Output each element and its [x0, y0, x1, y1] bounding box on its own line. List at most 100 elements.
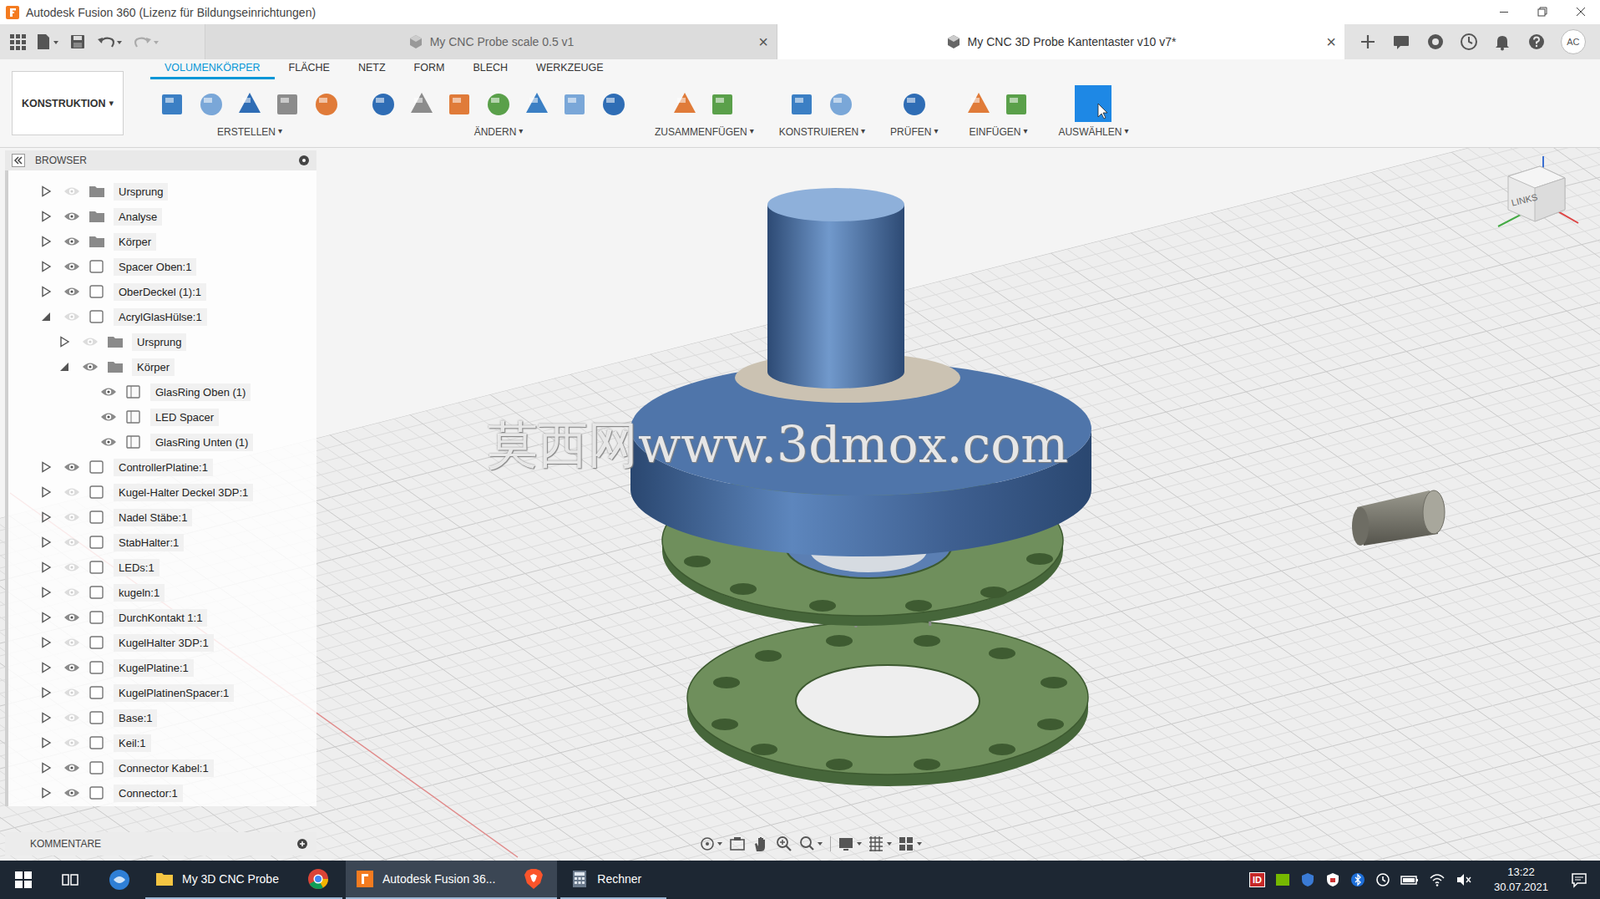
sync-icon[interactable]: [1375, 871, 1391, 887]
chrome-icon[interactable]: [307, 867, 330, 890]
orbit-icon[interactable]: [698, 834, 724, 853]
browser-item[interactable]: Keil:1: [8, 729, 317, 755]
job-status-icon[interactable]: [1426, 32, 1445, 51]
tool-group-label[interactable]: KONSTRUIEREN▾: [779, 126, 866, 138]
tool-icon[interactable]: [786, 87, 819, 120]
collapsed-arrow-icon[interactable]: [40, 511, 52, 523]
visibility-eye-icon[interactable]: [63, 310, 81, 323]
visibility-eye-icon[interactable]: [63, 761, 81, 774]
action-center-icon[interactable]: [1569, 870, 1589, 889]
collapsed-arrow-icon[interactable]: [40, 285, 52, 298]
visibility-eye-icon[interactable]: [100, 410, 117, 423]
tool-group-label[interactable]: PRÜFEN▾: [890, 126, 938, 138]
collapsed-arrow-icon[interactable]: [40, 460, 52, 473]
wifi-icon[interactable]: [1428, 871, 1446, 887]
document-tab[interactable]: My CNC Probe scale 0.5 v1×: [204, 24, 777, 60]
zoom-icon[interactable]: [774, 834, 794, 853]
collapsed-arrow-icon[interactable]: [40, 786, 52, 799]
tool-icon[interactable]: [597, 87, 630, 120]
tray-badge[interactable]: ID: [1249, 871, 1266, 887]
notification-bell-icon[interactable]: [1493, 32, 1512, 51]
tool-icon[interactable]: [1001, 87, 1033, 120]
browser-item[interactable]: Kugel-Halter Deckel 3DP:1: [8, 479, 317, 505]
browser-item[interactable]: LEDs:1: [8, 554, 317, 580]
system-clock[interactable]: 13:2230.07.2021: [1493, 864, 1549, 894]
ribbon-tab[interactable]: WERKZEUGE: [521, 60, 618, 80]
redo-icon[interactable]: [131, 32, 161, 51]
document-tab[interactable]: My CNC 3D Probe Kantentaster v10 v7*×: [776, 24, 1345, 60]
grid-settings-icon[interactable]: [867, 834, 893, 853]
nvidia-icon[interactable]: [1275, 871, 1291, 887]
browser-item[interactable]: Ursprung: [8, 178, 317, 204]
pan-hand-icon[interactable]: [751, 834, 770, 853]
browser-item[interactable]: Base:1: [8, 704, 317, 730]
tool-icon[interactable]: [825, 87, 857, 120]
add-comment-icon[interactable]: [296, 837, 309, 850]
panel-options-icon[interactable]: [298, 154, 310, 167]
tool-icon[interactable]: [668, 87, 701, 120]
visibility-eye-icon[interactable]: [63, 486, 81, 498]
tool-icon[interactable]: [707, 87, 740, 120]
browser-item[interactable]: DurchKontakt 1:1: [8, 604, 317, 630]
expanded-arrow-icon[interactable]: [40, 310, 52, 323]
undo-icon[interactable]: [95, 32, 124, 51]
visibility-eye-icon[interactable]: [63, 586, 81, 598]
taskbar-item[interactable]: My 3D CNC Probe: [145, 860, 343, 899]
browser-item[interactable]: Nadel Stäbe:1: [8, 504, 317, 530]
ribbon-tab[interactable]: FORM: [400, 60, 460, 80]
visibility-eye-icon[interactable]: [63, 185, 81, 198]
close-icon[interactable]: [1561, 0, 1600, 25]
ribbon-tab[interactable]: VOLUMENKÖRPER: [150, 60, 275, 80]
shaft-cylinder[interactable]: [767, 187, 905, 389]
help-icon[interactable]: [1527, 32, 1546, 51]
task-view-icon[interactable]: [60, 870, 80, 889]
collapsed-arrow-icon[interactable]: [40, 736, 52, 749]
user-avatar[interactable]: AC: [1560, 29, 1586, 55]
tool-icon[interactable]: [962, 87, 995, 120]
comments-panel[interactable]: KOMMENTARE: [5, 831, 317, 856]
tool-icon[interactable]: [898, 87, 931, 120]
browser-item[interactable]: OberDeckel (1):1: [8, 278, 317, 304]
chat-icon[interactable]: [1392, 32, 1411, 51]
battery-icon[interactable]: [1400, 871, 1419, 887]
collapsed-arrow-icon[interactable]: [40, 235, 52, 248]
tool-group-label[interactable]: ÄNDERN▾: [474, 126, 524, 138]
workspace-dropdown[interactable]: KONSTRUKTION▾: [11, 70, 124, 136]
browser-item[interactable]: KugelHalter 3DP:1: [8, 629, 317, 655]
lower-pcb-ring[interactable]: [687, 620, 1089, 786]
windows-start-icon[interactable]: [14, 870, 33, 889]
file-menu-icon[interactable]: [35, 32, 61, 51]
browser-item[interactable]: Körper: [8, 354, 317, 380]
save-icon[interactable]: [68, 32, 87, 51]
tool-icon[interactable]: [559, 87, 592, 120]
visibility-eye-icon[interactable]: [100, 385, 117, 398]
visibility-eye-icon[interactable]: [63, 736, 81, 749]
collapsed-arrow-icon[interactable]: [40, 711, 52, 724]
restore-icon[interactable]: [1523, 0, 1562, 25]
visibility-eye-icon[interactable]: [63, 636, 81, 649]
shield-icon[interactable]: [1300, 871, 1316, 887]
tool-icon[interactable]: [444, 87, 476, 120]
look-at-icon[interactable]: [728, 834, 747, 853]
visibility-eye-icon[interactable]: [63, 235, 81, 248]
browser-item[interactable]: AcrylGlasHülse:1: [8, 303, 317, 330]
collapsed-arrow-icon[interactable]: [40, 636, 52, 649]
zoom-window-icon[interactable]: [798, 834, 824, 853]
collapsed-arrow-icon[interactable]: [40, 761, 52, 774]
tool-group-label[interactable]: EINFÜGEN▾: [968, 126, 1028, 138]
collapsed-arrow-icon[interactable]: [40, 661, 52, 674]
visibility-eye-icon[interactable]: [81, 335, 99, 348]
tool-icon[interactable]: [195, 87, 228, 120]
view-cube-icon[interactable]: LINKS: [1491, 151, 1584, 244]
visibility-eye-icon[interactable]: [63, 711, 81, 724]
collapsed-arrow-icon[interactable]: [40, 561, 52, 573]
new-tab-icon[interactable]: [1358, 32, 1378, 51]
collapsed-arrow-icon[interactable]: [40, 686, 52, 699]
view-cube[interactable]: LINKS: [1491, 151, 1584, 244]
bluetooth-icon[interactable]: [1350, 871, 1366, 887]
visibility-eye-icon[interactable]: [63, 786, 81, 799]
tool-icon[interactable]: [405, 87, 438, 120]
browser-item[interactable]: ControllerPlatine:1: [8, 454, 317, 480]
visibility-eye-icon[interactable]: [63, 511, 81, 523]
model-viewport[interactable]: 莫西网www.3dmox.comLINKSBROWSERUrsprungAnal…: [0, 147, 1600, 861]
